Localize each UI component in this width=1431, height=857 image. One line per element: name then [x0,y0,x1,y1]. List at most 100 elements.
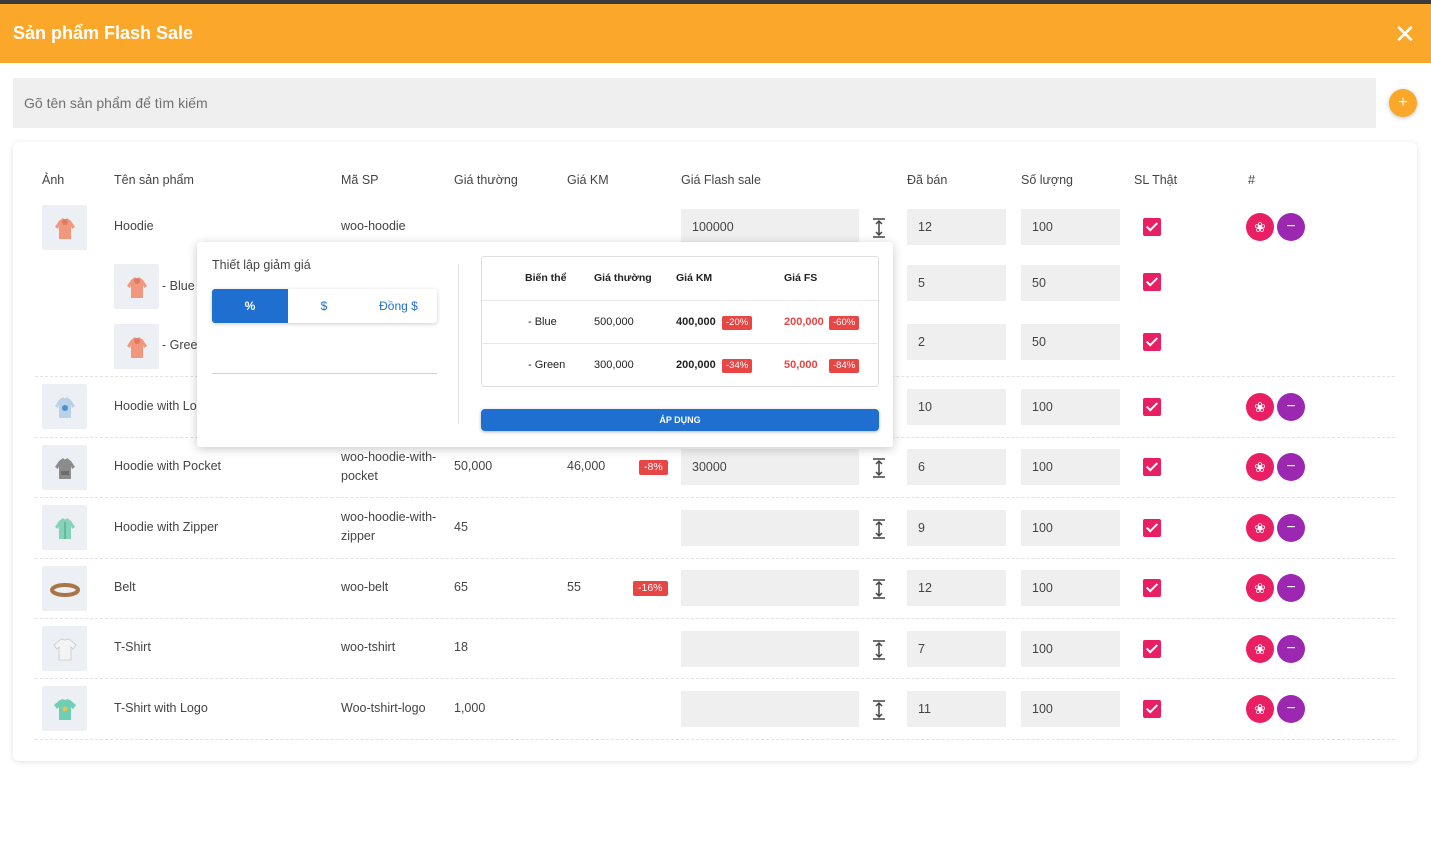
header-name: Tên sản phẩm [114,173,194,187]
sort-stepper-icon[interactable] [871,458,887,478]
quantity-input[interactable]: 100 [1021,691,1120,727]
hoodie-icon [126,336,147,358]
discount-settings-button[interactable]: ❀ [1246,393,1274,421]
discount-settings-button[interactable]: ❀ [1246,635,1274,663]
product-name: T-Shirt [114,640,151,654]
popup-divider [458,264,459,424]
variant-sale-badge: -34% [722,359,753,373]
flash-price-input[interactable] [681,570,859,606]
discount-settings-button[interactable]: ❀ [1246,453,1274,481]
remove-button[interactable]: − [1277,393,1305,421]
mode-vnd-button[interactable]: Đồng $ [360,289,437,323]
flash-price-input[interactable] [681,691,859,727]
product-thumbnail [42,205,87,250]
quantity-input[interactable]: 100 [1021,631,1120,667]
paw-icon: ❀ [1254,398,1266,415]
variant-row-divider [482,343,878,344]
discount-settings-button[interactable]: ❀ [1246,695,1274,723]
real-qty-checkbox[interactable] [1143,218,1161,236]
variant-row-divider [482,300,878,301]
flash-price-input[interactable]: 30000 [681,449,859,485]
real-qty-checkbox[interactable] [1143,333,1161,351]
tshirt-icon [53,698,76,720]
variant-thumbnail [114,264,159,309]
real-qty-checkbox[interactable] [1143,640,1161,658]
remove-button[interactable]: − [1277,213,1305,241]
real-qty-checkbox[interactable] [1143,458,1161,476]
remove-button[interactable]: − [1277,453,1305,481]
quantity-input[interactable]: 100 [1021,510,1120,546]
discount-settings-button[interactable]: ❀ [1246,574,1274,602]
variant-price: 500,000 [594,316,634,328]
product-thumbnail [42,384,87,429]
row-divider [35,497,1395,498]
quantity-input[interactable]: 100 [1021,209,1120,245]
real-qty-checkbox[interactable] [1143,398,1161,416]
real-qty-checkbox[interactable] [1143,700,1161,718]
sold-input[interactable]: 12 [907,570,1006,606]
sold-input[interactable]: 12 [907,209,1006,245]
discount-value-input-line[interactable] [212,373,437,374]
row-divider [35,558,1395,559]
minus-icon: − [1286,700,1296,717]
flash-price-input[interactable]: 100000 [681,209,859,245]
remove-button[interactable]: − [1277,574,1305,602]
variant-thumbnail [114,324,159,369]
quantity-input[interactable]: 50 [1021,265,1120,301]
product-sku-line1: woo-hoodie-with- [341,510,437,524]
product-sku: woo-tshirt [341,640,396,654]
paw-icon: ❀ [1254,519,1266,536]
discount-badge: -16% [633,581,668,596]
product-name: Hoodie with Zipper [114,520,219,534]
header-sale-price: Giá KM [567,173,609,187]
variant-name: - Blue [528,316,557,328]
real-qty-checkbox[interactable] [1143,519,1161,537]
remove-button[interactable]: − [1277,695,1305,723]
close-icon[interactable]: ✕ [1393,21,1417,47]
sold-input[interactable]: 11 [907,691,1006,727]
apply-button[interactable]: ÁP DỤNG [481,409,879,431]
paw-icon: ❀ [1254,458,1266,475]
quantity-input[interactable]: 100 [1021,570,1120,606]
sort-stepper-icon[interactable] [871,218,887,238]
quantity-input[interactable]: 50 [1021,324,1120,360]
product-thumbnail [42,505,87,550]
discount-settings-button[interactable]: ❀ [1246,514,1274,542]
popup-title: Thiết lập giảm giá [212,258,311,272]
flash-price-input[interactable] [681,510,859,546]
mode-dollar-button[interactable]: $ [288,289,360,323]
variant-sale: 400,000 [676,316,716,328]
sort-stepper-icon[interactable] [871,579,887,599]
product-sku-line2: pocket [341,469,378,483]
variant-sale-badge: -20% [722,316,753,330]
search-input[interactable] [13,78,1376,128]
paw-icon: ❀ [1254,700,1266,717]
quantity-input[interactable]: 100 [1021,449,1120,485]
discount-settings-button[interactable]: ❀ [1246,213,1274,241]
sold-input[interactable]: 9 [907,510,1006,546]
remove-button[interactable]: − [1277,514,1305,542]
variant-price: 300,000 [594,359,634,371]
mode-percent-button[interactable]: % [212,289,288,323]
sort-stepper-icon[interactable] [871,519,887,539]
plus-icon[interactable]: + [1389,89,1417,117]
flash-price-input[interactable] [681,631,859,667]
paw-icon: ❀ [1254,218,1266,235]
product-name: T-Shirt with Logo [114,701,208,715]
real-qty-checkbox[interactable] [1143,579,1161,597]
product-name: Belt [114,580,136,594]
sold-input[interactable]: 6 [907,449,1006,485]
sold-input[interactable]: 5 [907,265,1006,301]
product-sku: Woo-tshirt-logo [341,701,426,715]
quantity-input[interactable]: 100 [1021,389,1120,425]
real-qty-checkbox[interactable] [1143,273,1161,291]
minus-icon: − [1286,640,1296,657]
sold-input[interactable]: 2 [907,324,1006,360]
discount-mode-toggle: % $ Đồng $ [212,289,437,323]
sold-input[interactable]: 7 [907,631,1006,667]
sold-input[interactable]: 10 [907,389,1006,425]
remove-button[interactable]: − [1277,635,1305,663]
sort-stepper-icon[interactable] [871,700,887,720]
regular-price: 50,000 [454,459,493,473]
sort-stepper-icon[interactable] [871,640,887,660]
